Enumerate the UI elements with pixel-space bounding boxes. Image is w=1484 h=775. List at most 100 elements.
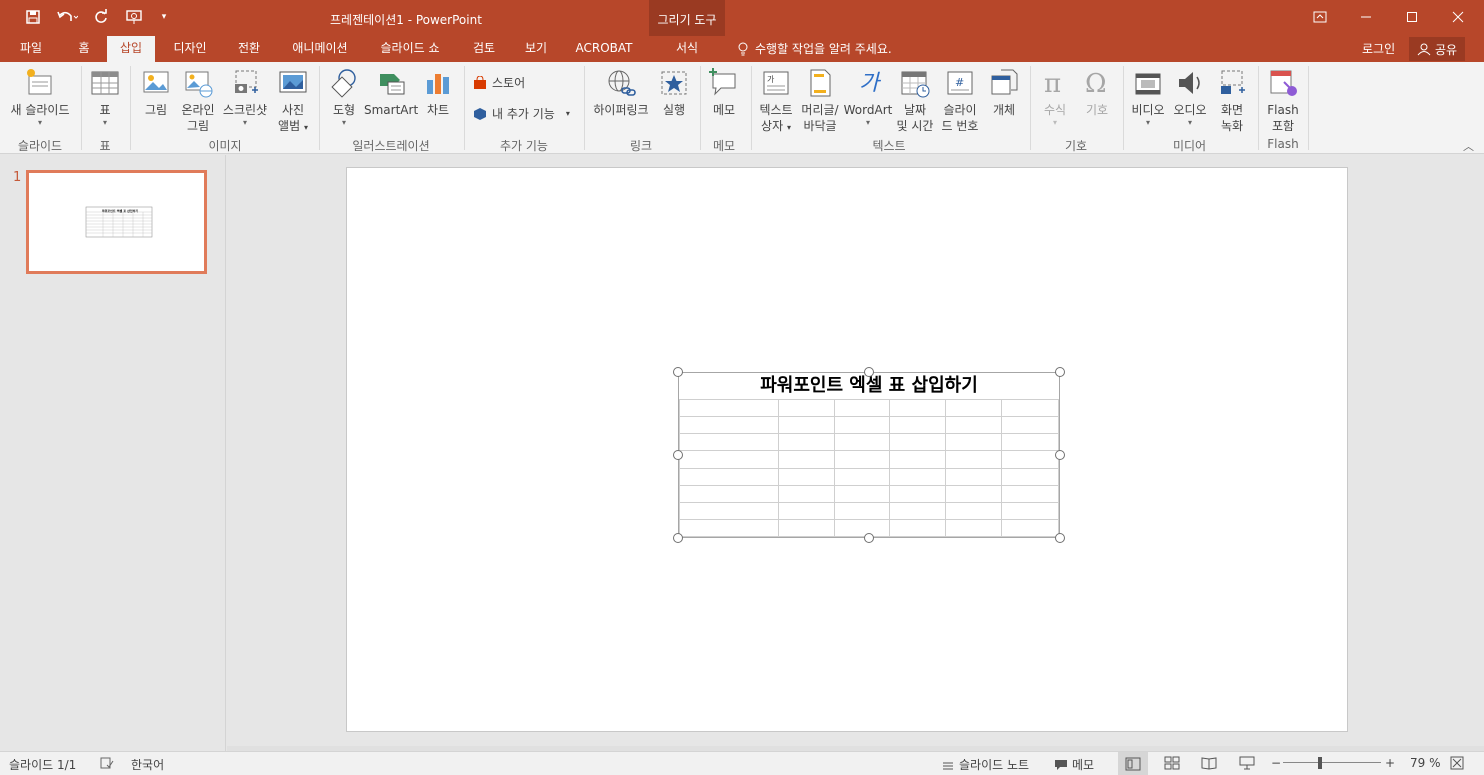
tab-slideshow[interactable]: 슬라이드 쇼 [370, 36, 450, 62]
comments-button[interactable]: 메모 [1054, 756, 1094, 773]
audio-button[interactable]: 오디오 ▾ [1169, 66, 1211, 128]
table-cell[interactable] [679, 467, 779, 486]
table-cell[interactable] [945, 416, 1003, 435]
resize-handle-left[interactable] [673, 450, 683, 460]
redo-icon[interactable] [86, 6, 116, 28]
maximize-icon[interactable] [1389, 0, 1435, 34]
table-cell[interactable] [777, 433, 835, 452]
equation-button[interactable]: π 수식 ▾ [1036, 66, 1074, 128]
close-icon[interactable] [1435, 0, 1481, 34]
login-link[interactable]: 로그인 [1362, 40, 1395, 57]
zoom-out-icon[interactable]: − [1271, 756, 1281, 770]
table-cell[interactable] [833, 433, 891, 452]
tab-file[interactable]: 파일 [6, 36, 56, 62]
table-cell[interactable] [889, 398, 947, 418]
fit-to-window-icon[interactable] [1450, 756, 1464, 770]
online-picture-button[interactable]: 온라인 그림 [177, 66, 219, 134]
comment-button[interactable]: 메모 [704, 66, 744, 118]
collapse-ribbon-icon[interactable]: ︿ [1463, 138, 1474, 154]
resize-handle-top-right[interactable] [1055, 367, 1065, 377]
screen-recording-button[interactable]: 화면 녹화 [1212, 66, 1252, 134]
table-cell[interactable] [777, 416, 835, 435]
table-cell[interactable] [777, 518, 835, 538]
my-addins-button[interactable]: 내 추가 기능 ▾ [473, 105, 570, 122]
normal-view-icon[interactable] [1118, 752, 1148, 775]
notes-button[interactable]: 슬라이드 노트 [941, 756, 1029, 773]
store-button[interactable]: 스토어 [473, 74, 525, 91]
table-cell[interactable] [945, 501, 1003, 520]
tab-animations[interactable]: 애니메이션 [284, 36, 356, 62]
table-cell[interactable] [777, 450, 835, 469]
wordart-button[interactable]: 가 WordArt ▾ [842, 66, 894, 128]
table-cell[interactable] [889, 518, 947, 538]
table-cell[interactable] [1001, 416, 1059, 435]
zoom-in-icon[interactable]: + [1385, 756, 1395, 770]
customize-icon[interactable]: ▾ [154, 6, 174, 28]
tell-me-box[interactable]: 수행할 작업을 알려 주세요. [737, 40, 892, 57]
table-cell[interactable] [679, 398, 779, 418]
language-indicator[interactable]: 한국어 [131, 756, 164, 773]
table-cell[interactable] [889, 450, 947, 469]
table-cell[interactable] [889, 433, 947, 452]
table-cell[interactable] [1001, 484, 1059, 503]
table-cell[interactable] [833, 501, 891, 520]
table-cell[interactable] [833, 484, 891, 503]
table-cell[interactable] [1001, 501, 1059, 520]
object-button[interactable]: 개체 [985, 66, 1023, 118]
tab-home[interactable]: 홈 [66, 36, 102, 62]
slideshow-view-icon[interactable] [1239, 756, 1255, 770]
ribbon-display-icon[interactable] [1297, 0, 1343, 34]
table-cell[interactable] [833, 416, 891, 435]
present-icon[interactable] [120, 6, 150, 28]
table-cell[interactable] [1001, 518, 1059, 538]
table-cell[interactable] [945, 518, 1003, 538]
resize-handle-top[interactable] [864, 367, 874, 377]
table-cell[interactable] [945, 484, 1003, 503]
table-cell[interactable] [1001, 467, 1059, 486]
excel-table-object[interactable]: 파워포인트 엑셀 표 삽입하기 [678, 372, 1060, 538]
spellcheck-icon[interactable] [100, 756, 114, 770]
tab-design[interactable]: 디자인 [165, 36, 215, 62]
resize-handle-bottom[interactable] [864, 533, 874, 543]
table-cell[interactable] [777, 501, 835, 520]
table-cell[interactable] [889, 484, 947, 503]
slide-number-button[interactable]: # 슬라이 드 번호 [937, 66, 983, 134]
picture-button[interactable]: 그림 [136, 66, 176, 118]
table-cell[interactable] [833, 467, 891, 486]
video-button[interactable]: 비디오 ▾ [1127, 66, 1169, 128]
tab-view[interactable]: 보기 [516, 36, 556, 62]
table-cell[interactable] [679, 416, 779, 435]
share-button[interactable]: 공유 [1409, 37, 1465, 61]
tab-insert[interactable]: 삽입 [107, 36, 155, 62]
save-icon[interactable] [18, 6, 48, 28]
table-cell[interactable] [833, 518, 891, 538]
tab-acrobat[interactable]: ACROBAT [570, 36, 638, 62]
action-button[interactable]: 실행 [655, 66, 693, 118]
table-cell[interactable] [945, 467, 1003, 486]
table-cell[interactable] [679, 484, 779, 503]
chart-button[interactable]: 차트 [420, 66, 456, 118]
table-cell[interactable] [889, 416, 947, 435]
table-cell[interactable] [679, 450, 779, 469]
table-cell[interactable] [679, 433, 779, 452]
minimize-icon[interactable] [1343, 0, 1389, 34]
table-cell[interactable] [833, 450, 891, 469]
table-cell[interactable] [1001, 433, 1059, 452]
undo-icon[interactable] [52, 6, 82, 28]
zoom-slider[interactable] [1283, 762, 1381, 763]
resize-handle-top-left[interactable] [673, 367, 683, 377]
table-cell[interactable] [945, 398, 1003, 418]
table-button[interactable]: 표 ▾ [86, 66, 124, 128]
resize-handle-right[interactable] [1055, 450, 1065, 460]
resize-handle-bottom-left[interactable] [673, 533, 683, 543]
resize-handle-bottom-right[interactable] [1055, 533, 1065, 543]
table-cell[interactable] [889, 467, 947, 486]
table-cell[interactable] [679, 501, 779, 520]
table-cell[interactable] [889, 501, 947, 520]
reading-view-icon[interactable] [1201, 756, 1217, 770]
tab-transitions[interactable]: 전환 [228, 36, 270, 62]
symbol-button[interactable]: Ω 기호 [1078, 66, 1116, 118]
table-cell[interactable] [1001, 450, 1059, 469]
screenshot-button[interactable]: 스크린샷 ▾ [220, 66, 270, 128]
table-cell[interactable] [1001, 398, 1059, 418]
